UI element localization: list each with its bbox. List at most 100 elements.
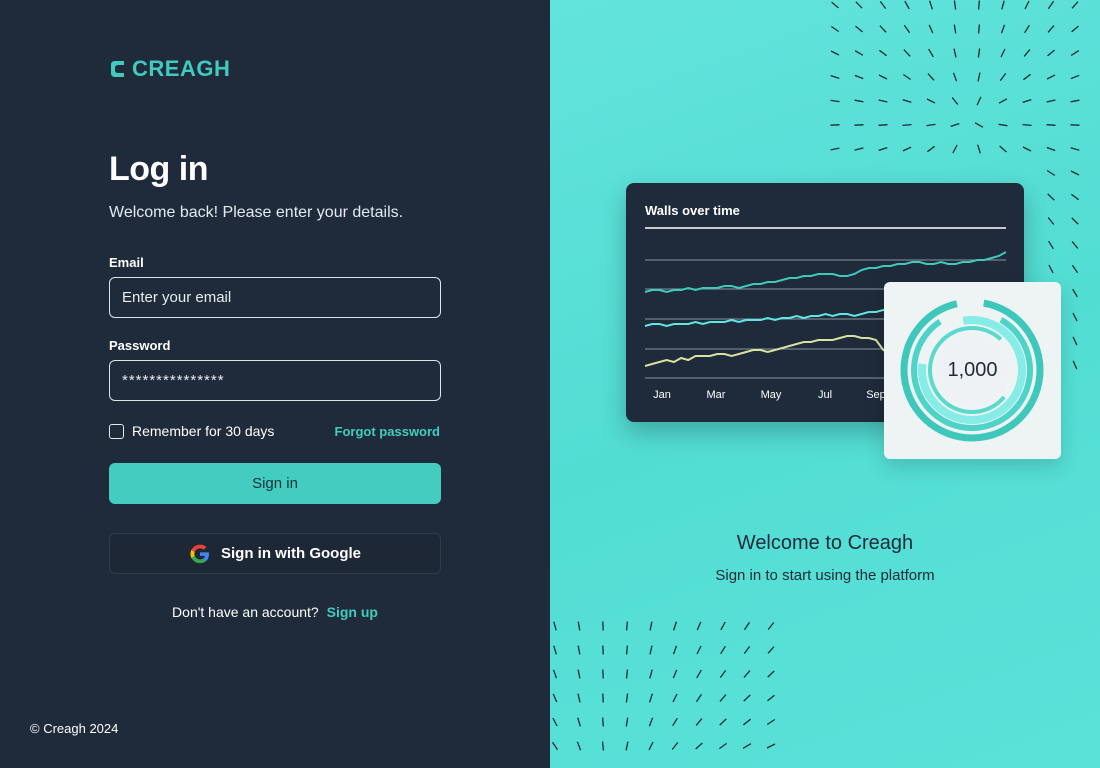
decorative-dash xyxy=(602,717,604,727)
remember-me-checkbox[interactable]: Remember for 30 days xyxy=(109,423,274,439)
decorative-dash xyxy=(928,48,934,58)
decorative-dash xyxy=(1070,50,1080,56)
decorative-dash xyxy=(830,50,840,56)
decorative-dash xyxy=(648,741,654,751)
decorative-dash xyxy=(1047,217,1055,225)
signup-row: Don't have an account? Sign up xyxy=(0,604,550,620)
decorative-dash xyxy=(902,146,912,152)
sign-up-link[interactable]: Sign up xyxy=(327,604,378,620)
decorative-dash xyxy=(743,621,751,631)
decorative-dash xyxy=(952,144,958,154)
decorative-dash xyxy=(553,645,557,655)
showcase-panel: Jan Mar May Jul Sep Walls over time 1,000 We… xyxy=(550,0,1100,768)
decorative-dash xyxy=(1046,146,1056,152)
decorative-dash xyxy=(854,99,864,103)
decorative-dash xyxy=(1022,146,1032,152)
decorative-dash xyxy=(671,742,679,750)
decorative-dash xyxy=(878,99,888,103)
copyright-footer: © Creagh 2024 xyxy=(30,721,119,736)
checkbox-box[interactable] xyxy=(109,423,124,439)
decorative-dash xyxy=(1071,1,1079,9)
decorative-dash xyxy=(977,72,981,82)
decorative-dash xyxy=(953,0,957,10)
decorative-dash xyxy=(767,670,775,678)
decorative-dash xyxy=(1000,24,1006,34)
decorative-dash xyxy=(903,49,911,57)
decorative-dash xyxy=(999,145,1007,153)
decorative-dash xyxy=(767,622,775,630)
brand-name: CREAGH xyxy=(132,56,231,81)
decorative-dash xyxy=(720,645,726,655)
decorative-dash xyxy=(695,693,703,703)
decorative-dash xyxy=(1070,99,1080,103)
decorative-dash xyxy=(1047,193,1055,201)
decorative-dash xyxy=(953,24,957,34)
decorative-dash xyxy=(1022,123,1032,127)
decorative-dash xyxy=(928,24,934,34)
decorative-dash xyxy=(830,99,840,103)
decorative-dash xyxy=(1024,24,1030,34)
decorative-dash xyxy=(903,24,911,34)
decorative-dash xyxy=(576,741,582,751)
decorative-dash xyxy=(1072,336,1078,346)
email-label: Email xyxy=(109,255,144,270)
decorative-dash xyxy=(830,74,840,80)
decorative-dash xyxy=(855,25,863,33)
decorative-dash xyxy=(767,646,775,654)
x-tick-label: Mar xyxy=(707,389,726,401)
decorative-dash xyxy=(649,621,653,631)
decorative-dash xyxy=(1000,48,1006,58)
password-field[interactable] xyxy=(109,360,441,401)
brand-logo[interactable]: CREAGH xyxy=(110,56,230,82)
decorative-dash xyxy=(551,741,559,751)
decorative-dash xyxy=(1071,217,1079,225)
decorative-dash xyxy=(767,694,775,702)
decorative-dash xyxy=(625,645,629,655)
decorative-dash xyxy=(879,49,887,57)
decorative-dash xyxy=(577,693,581,703)
decorative-dash xyxy=(855,1,863,9)
decorative-dash xyxy=(878,74,888,80)
decorative-dash xyxy=(1047,25,1055,33)
decorative-dash xyxy=(952,72,958,82)
password-label: Password xyxy=(109,338,171,353)
decorative-dash xyxy=(649,669,653,679)
decorative-dash xyxy=(1071,264,1079,274)
decorative-dash xyxy=(648,717,654,727)
decorative-dash xyxy=(1072,360,1078,370)
kpi-donut-card: 1,000 xyxy=(884,282,1061,459)
forgot-password-link[interactable]: Forgot password xyxy=(335,424,440,439)
decorative-dash xyxy=(902,73,912,81)
decorative-dash xyxy=(1048,240,1054,250)
decorative-dash xyxy=(672,645,678,655)
google-sign-in-button[interactable]: Sign in with Google xyxy=(109,533,441,574)
decorative-dash xyxy=(625,693,629,703)
decorative-dash xyxy=(742,743,752,749)
decorative-dash xyxy=(1072,312,1078,322)
decorative-dash xyxy=(719,742,727,750)
decorative-dash xyxy=(926,123,936,127)
chart-title: Walls over time xyxy=(645,203,740,218)
decorative-dash xyxy=(1070,74,1080,80)
decorative-dash xyxy=(1071,193,1079,201)
decorative-dash xyxy=(998,123,1008,127)
decorative-dash xyxy=(950,122,960,128)
decorative-dash xyxy=(928,0,934,10)
page-subtitle: Welcome back! Please enter your details. xyxy=(109,204,404,221)
welcome-subtitle: Sign in to start using the platform xyxy=(715,567,935,584)
decorative-dash xyxy=(696,669,702,679)
decorative-dash xyxy=(926,98,936,104)
decorative-dash xyxy=(878,124,888,126)
sign-in-button[interactable]: Sign in xyxy=(109,463,441,504)
decorative-dash xyxy=(672,621,678,631)
decorative-dash xyxy=(953,48,957,58)
decorative-dash xyxy=(1046,74,1056,80)
x-tick-label: Jul xyxy=(818,389,832,401)
decorative-dash xyxy=(743,694,751,702)
decorative-dash xyxy=(854,50,864,56)
decorative-dash xyxy=(1071,25,1079,33)
decorative-dash xyxy=(830,147,840,151)
email-field[interactable] xyxy=(109,277,441,318)
decorative-dash xyxy=(1023,49,1031,57)
decorative-dash xyxy=(743,646,751,654)
